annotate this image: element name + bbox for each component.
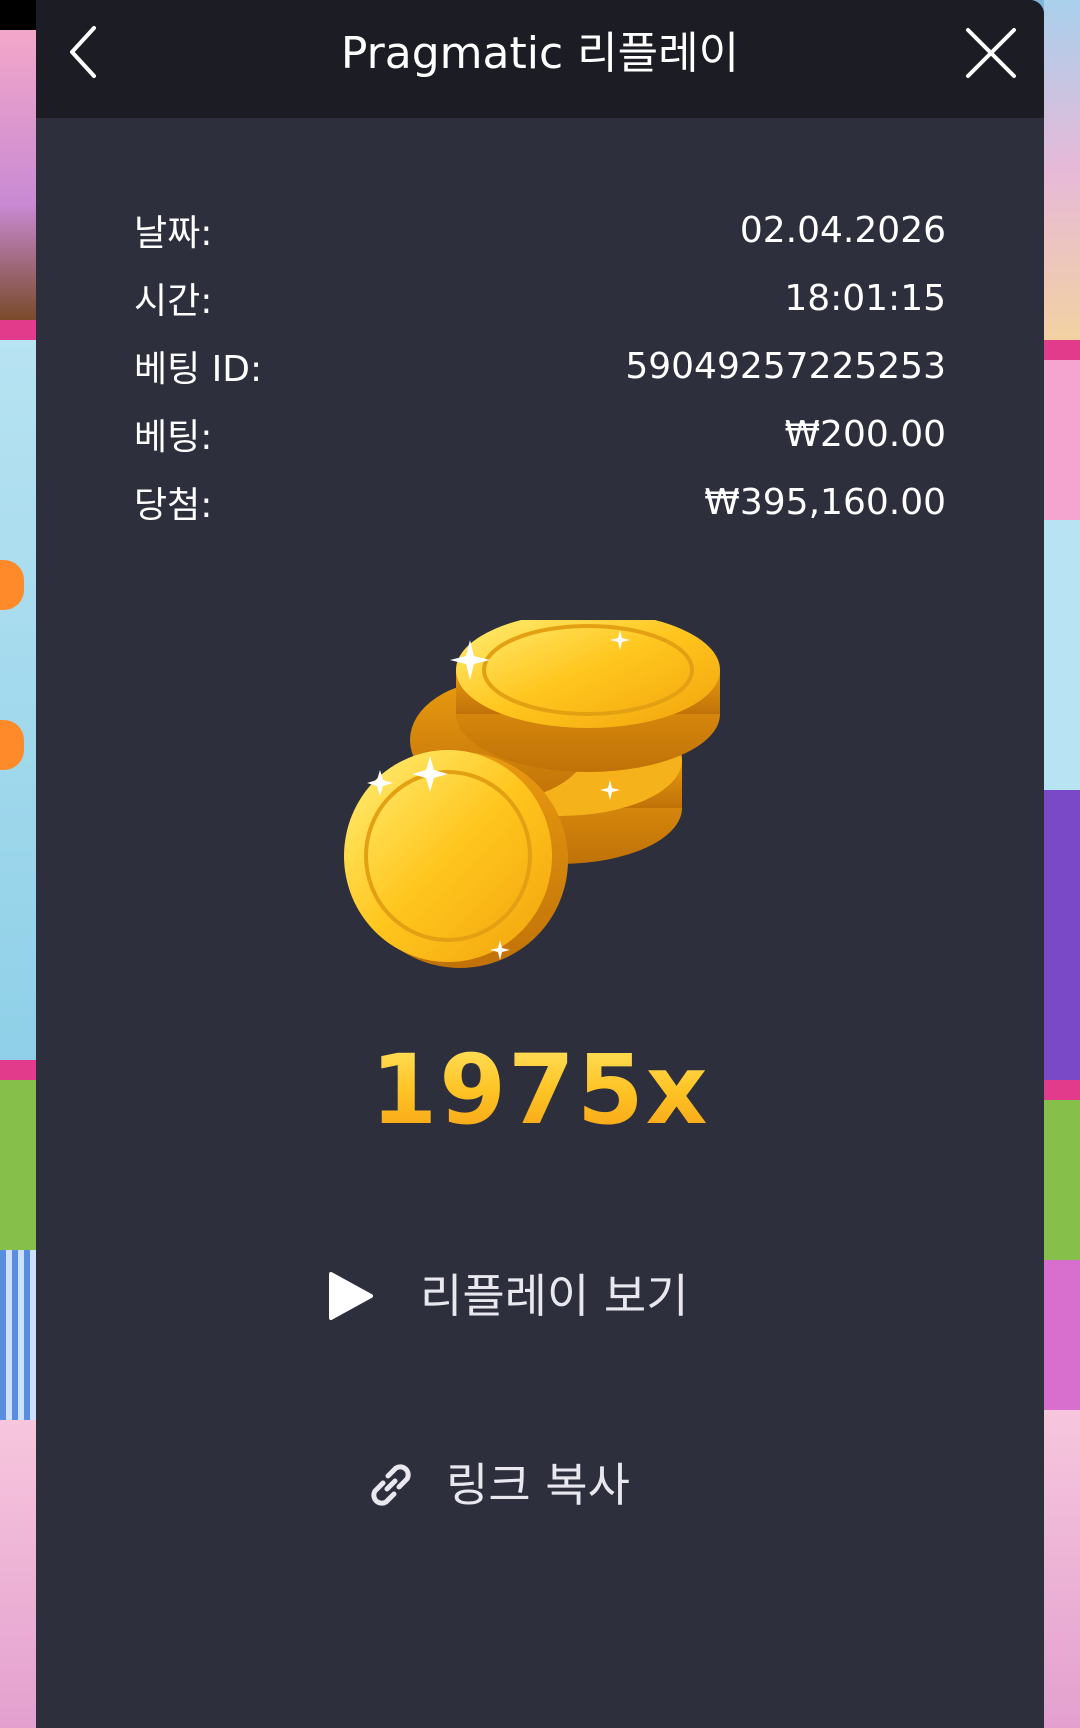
detail-row-win: 당첨: ₩395,160.00 [134,468,946,536]
win-multiplier: 1975x [200,1030,880,1150]
chevron-left-icon [70,26,96,78]
detail-label: 베팅: [134,417,213,458]
detail-row-bet-id: 베팅 ID: 59049257225253 [134,332,946,400]
game-background-left [0,0,36,1728]
detail-value: 59049257225253 [625,345,946,387]
watch-replay-button[interactable]: 리플레이 보기 [320,1266,689,1326]
copy-link-button[interactable]: 링크 복사 [360,1454,630,1516]
detail-row-date: 날짜: 02.04.2026 [134,196,946,264]
detail-label: 날짜: [134,213,213,254]
detail-value: ₩200.00 [784,413,946,455]
link-icon [360,1454,422,1516]
detail-row-time: 시간: 18:01:15 [134,264,946,332]
detail-label: 베팅 ID: [134,349,263,390]
detail-value: 18:01:15 [784,277,946,319]
back-button[interactable] [54,22,114,82]
game-background-right [1044,0,1080,1728]
detail-value: 02.04.2026 [739,209,946,251]
page-title: Pragmatic 리플레이 [340,28,740,79]
bet-details: 날짜: 02.04.2026 시간: 18:01:15 베팅 ID: 59049… [134,196,946,536]
detail-label: 시간: [134,281,213,322]
detail-row-bet: 베팅: ₩200.00 [134,400,946,468]
watch-replay-label: 리플레이 보기 [420,1269,689,1323]
play-icon [320,1266,380,1326]
detail-label: 당첨: [134,485,213,526]
detail-value: ₩395,160.00 [704,481,946,523]
close-button[interactable] [958,20,1024,86]
copy-link-label: 링크 복사 [446,1458,630,1512]
header-bar: Pragmatic 리플레이 [36,0,1044,118]
gold-coins-icon [320,612,740,1020]
close-icon [966,28,1016,78]
